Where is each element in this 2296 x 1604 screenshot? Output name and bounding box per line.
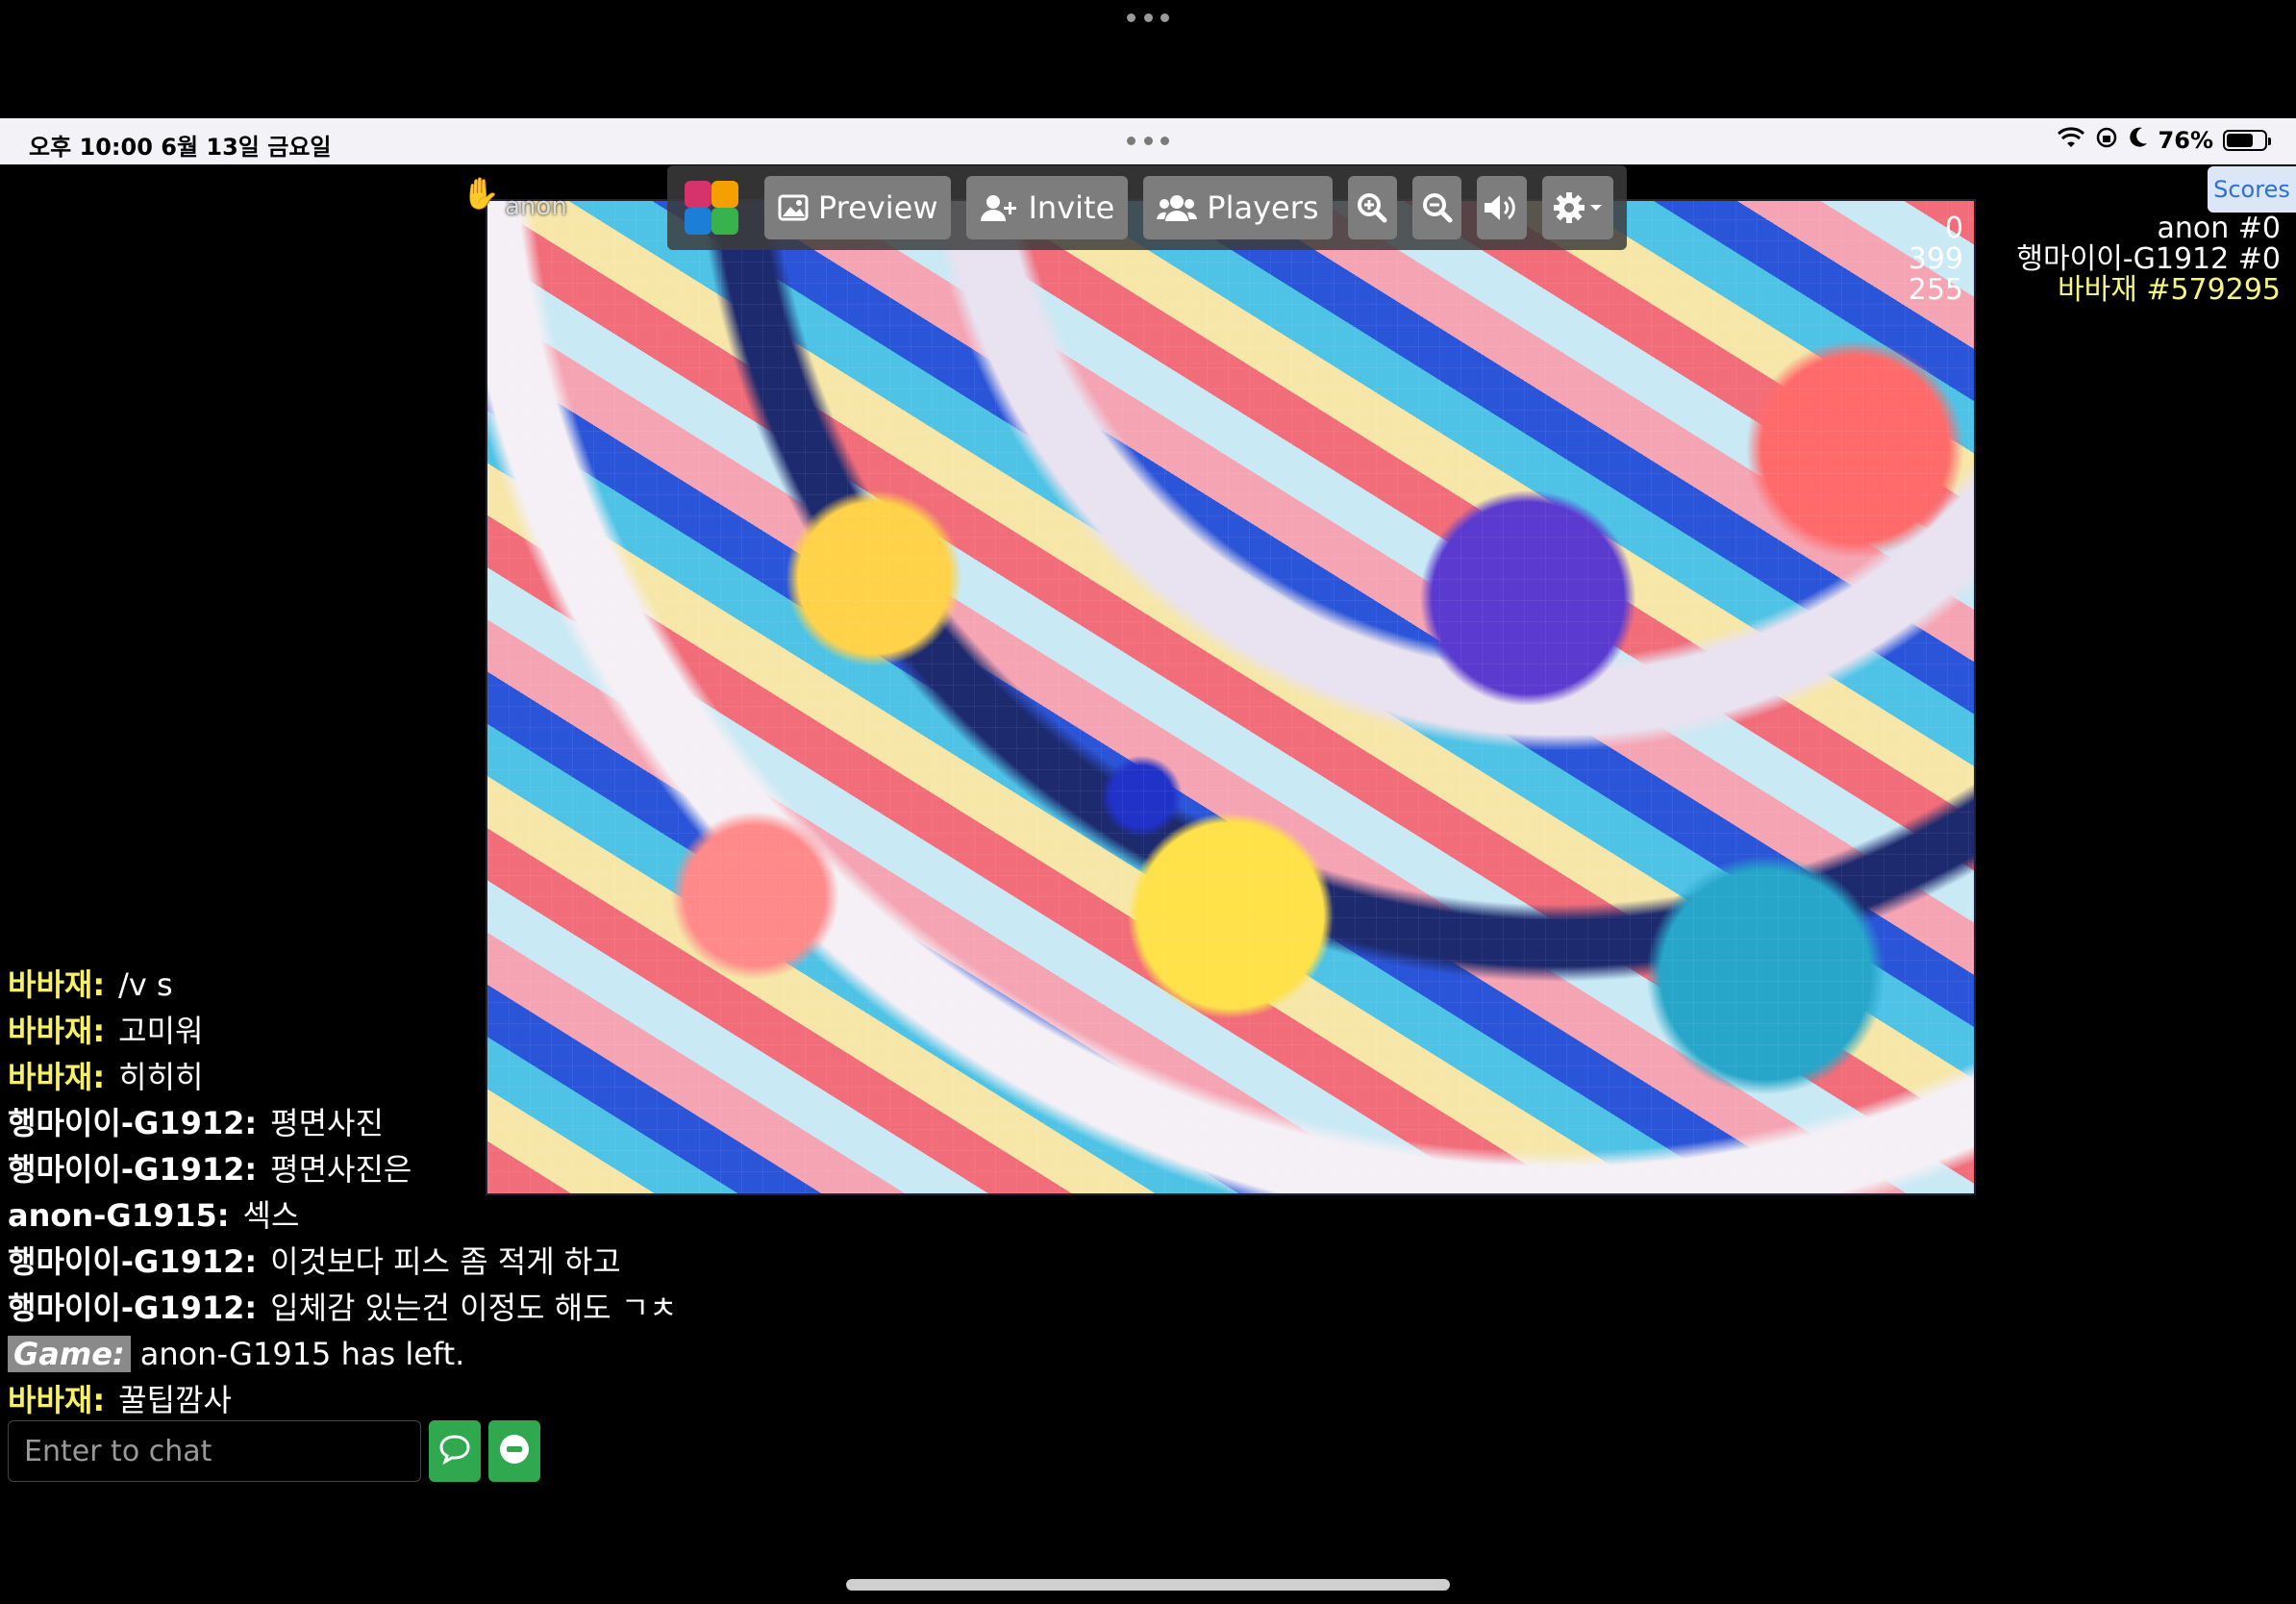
app-dots[interactable] — [1127, 137, 1169, 146]
caret-down-icon — [1589, 203, 1603, 213]
minus-circle-icon — [498, 1433, 531, 1469]
battery-percent: 76% — [2158, 127, 2213, 154]
preview-label: Preview — [817, 189, 938, 226]
chat-user: 행마이이-G1912: — [8, 1290, 258, 1326]
users-icon — [1157, 193, 1198, 222]
chat-text: 꿀팁깜사 — [118, 1382, 232, 1418]
chat-text: 이것보다 피스 좀 적게 하고 — [270, 1243, 621, 1280]
sound-button[interactable] — [1477, 176, 1527, 239]
zoom-in-icon — [1357, 192, 1387, 223]
chat-message: anon-G1915: 섹스 — [8, 1192, 681, 1239]
status-icons: 76% — [2057, 126, 2271, 155]
score-row: 0 anon #0 — [1896, 213, 2281, 244]
score-player-current: 바바재 #579295 — [2058, 273, 2281, 307]
chat-text: 히히히 — [118, 1059, 204, 1095]
score-player: 행마이이-G1912 #0 — [2016, 242, 2281, 276]
chat-text: 입체감 있는건 이정도 해도 ㄱㅊ — [270, 1290, 678, 1326]
chat-user: 행마이이-G1912: — [8, 1243, 258, 1280]
score-player: anon #0 — [2157, 212, 2281, 245]
chat-message: 바바재: 히히히 — [8, 1054, 681, 1100]
score-points: 255 — [1908, 273, 1963, 307]
chat-user: 행마이이-G1912: — [8, 1105, 258, 1141]
battery-icon — [2223, 130, 2271, 151]
score-row: 255 바바재 #579295 — [1896, 275, 2281, 306]
chat-user: 행마이이-G1912: — [8, 1151, 258, 1188]
chat-message: 행마이이-G1912: 평면사진 — [8, 1100, 681, 1146]
puzzle-owner-label: anon — [505, 192, 567, 221]
chat-user: 바바재: — [8, 1059, 106, 1095]
home-indicator[interactable] — [846, 1579, 1450, 1591]
invite-label: Invite — [1028, 189, 1115, 226]
chat-message: 바바재: 꿀팁깜사 — [8, 1377, 681, 1423]
chat-text: 고미워 — [118, 1013, 204, 1049]
minimize-chat-button[interactable] — [488, 1420, 540, 1482]
score-points: 0 — [1944, 212, 1963, 245]
zoom-out-icon — [1422, 192, 1453, 223]
moon-icon — [2128, 126, 2149, 155]
chat-log: 바바재: /v s 바바재: 고미워 바바재: 히히히 행마이이-G1912: 평면사진… — [8, 962, 681, 1423]
gear-icon — [1553, 191, 1585, 224]
send-chat-button[interactable] — [429, 1420, 481, 1482]
puzzle-board[interactable] — [486, 199, 1976, 1195]
chat-text: 평면사진 — [270, 1105, 384, 1141]
chat-input-bar — [8, 1420, 540, 1482]
zoom-in-button[interactable] — [1347, 176, 1397, 239]
chat-user: anon-G1915: — [8, 1197, 230, 1234]
chat-message: 바바재: /v s — [8, 962, 681, 1008]
players-button[interactable]: Players — [1143, 176, 1333, 239]
preview-button[interactable]: Preview — [763, 176, 952, 239]
score-row: 399 행마이이-G1912 #0 — [1896, 244, 2281, 275]
chat-user: 바바재: — [8, 1382, 106, 1418]
chat-message: 바바재: 고미워 — [8, 1008, 681, 1054]
status-bar: 오후 10:00 6월 13일 금요일 76% — [0, 118, 2296, 164]
zoom-out-button[interactable] — [1411, 176, 1462, 239]
invite-button[interactable]: Invite — [966, 176, 1129, 239]
multitasking-dots[interactable] — [1127, 13, 1169, 27]
volume-icon — [1483, 192, 1521, 223]
chat-message-system: Game: anon-G1915 has left. — [8, 1331, 681, 1377]
rotation-lock-icon — [2095, 126, 2118, 155]
chat-user: 바바재: — [8, 1013, 106, 1049]
hand-cursor-icon: ✋ — [462, 175, 500, 212]
chat-input[interactable] — [8, 1420, 421, 1482]
chat-user-game: Game: — [8, 1336, 131, 1372]
chat-text: 평면사진은 — [270, 1151, 412, 1188]
chat-text: 섹스 — [242, 1197, 300, 1234]
chat-message: 행마이이-G1912: 평면사진은 — [8, 1146, 681, 1192]
image-icon — [778, 194, 809, 221]
chat-message: 행마이이-G1912: 이것보다 피스 좀 적게 하고 — [8, 1239, 681, 1285]
settings-dropdown-button[interactable] — [1541, 176, 1613, 239]
scores-list: 0 anon #0 399 행마이이-G1912 #0 255 바바재 #579… — [1896, 213, 2281, 306]
players-label: Players — [1207, 189, 1319, 226]
user-plus-icon — [980, 193, 1018, 222]
score-points: 399 — [1908, 242, 1963, 276]
chat-text: /v s — [118, 966, 173, 1003]
toolbar: Preview Invite Players — [667, 165, 1627, 250]
scores-tab[interactable]: Scores — [2208, 166, 2296, 213]
chat-message: 행마이이-G1912: 입체감 있는건 이정도 해도 ㄱㅊ — [8, 1285, 681, 1331]
status-time-date: 오후 10:00 6월 13일 금요일 — [29, 134, 332, 161]
puzzle-logo-icon[interactable] — [681, 177, 739, 238]
wifi-icon — [2057, 126, 2085, 155]
speech-bubble-icon — [438, 1434, 471, 1468]
chat-text: anon-G1915 has left. — [139, 1336, 465, 1372]
chat-user: 바바재: — [8, 966, 106, 1003]
